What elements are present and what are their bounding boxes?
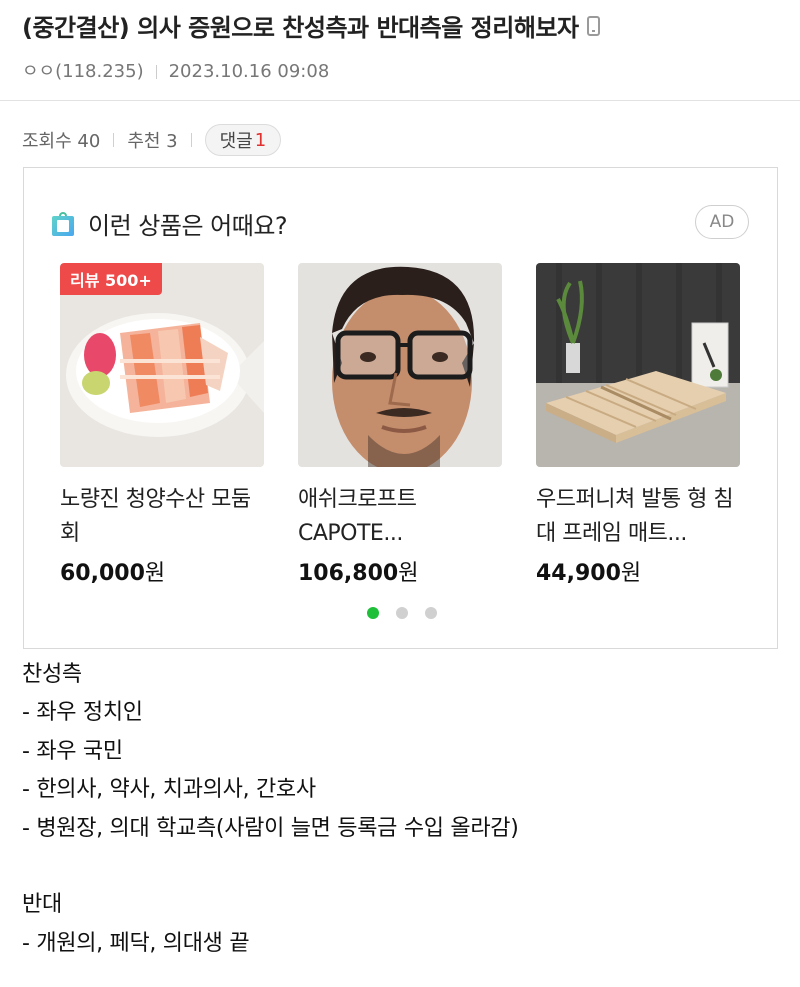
price-currency: 원 xyxy=(620,561,642,586)
product-name[interactable]: 애쉬크로프트 CAPOTE... xyxy=(298,483,502,551)
product-name[interactable]: 노량진 청양수산 모둠회 xyxy=(60,483,264,551)
body-line: 찬성측 xyxy=(22,662,82,687)
ad-recommendation-box: 이런 상품은 어때요? AD 리뷰 500+ 노량진 청양수산 모둠회 60,0… xyxy=(23,167,778,649)
product-name[interactable]: 우드퍼니쳐 발통 형 침대 프레임 매트... xyxy=(536,483,740,551)
carousel-indicator xyxy=(367,607,437,619)
meta-divider xyxy=(155,65,157,79)
price-amount: 60,000 xyxy=(60,561,145,586)
stats-divider xyxy=(190,133,192,147)
post-title: (중간결산) 의사 증원으로 찬성측과 반대측을 정리해보자 xyxy=(22,8,600,43)
price-amount: 44,900 xyxy=(536,561,621,586)
post-meta: ㅇㅇ(118.235) 2023.10.16 09:08 xyxy=(22,57,329,83)
body-line: - 병원장, 의대 학교측(사람이 늘면 등록금 수입 올라감) xyxy=(22,815,519,841)
stats-divider xyxy=(113,133,115,147)
carousel-dot[interactable] xyxy=(396,607,408,619)
body-line: - 좌우 정치인 xyxy=(22,700,143,726)
product-card[interactable]: 애쉬크로프트 CAPOTE... 106,800원 xyxy=(298,263,502,587)
review-badge: 리뷰 500+ xyxy=(60,263,162,295)
author[interactable]: ㅇㅇ(118.235) xyxy=(22,61,144,82)
body-line: - 개원의, 페닥, 의대생 끝 xyxy=(22,930,250,956)
price-amount: 106,800 xyxy=(298,561,399,586)
product-image-sashimi[interactable]: 리뷰 500+ xyxy=(60,263,264,467)
body-line: - 한의사, 약사, 치과의사, 간호사 xyxy=(22,777,316,803)
ad-heading: 이런 상품은 어때요? xyxy=(88,212,288,240)
recommend-count: 추천 3 xyxy=(127,131,178,152)
post-stats: 조회수 40 추천 3 댓글 1 xyxy=(22,124,282,156)
product-image-glasses[interactable] xyxy=(298,263,502,467)
ad-badge[interactable]: AD xyxy=(695,205,749,239)
product-card[interactable]: 우드퍼니쳐 발통 형 침대 프레임 매트... 44,900원 xyxy=(536,263,740,587)
body-blank-line xyxy=(22,848,519,886)
ad-header: 이런 상품은 어때요? xyxy=(52,206,288,241)
product-card[interactable]: 리뷰 500+ 노량진 청양수산 모둠회 60,000원 xyxy=(60,263,264,587)
comment-count: 1 xyxy=(254,129,267,151)
product-price: 106,800원 xyxy=(298,555,502,587)
mobile-icon xyxy=(586,16,600,36)
view-count: 조회수 40 xyxy=(22,131,101,152)
post-datetime: 2023.10.16 09:08 xyxy=(168,61,330,82)
price-currency: 원 xyxy=(398,561,419,586)
product-image-bed-frame[interactable] xyxy=(536,263,740,467)
header-divider xyxy=(0,100,800,101)
body-line: 반대 xyxy=(22,892,62,918)
body-line: - 좌우 국민 xyxy=(22,738,123,764)
product-price: 60,000원 xyxy=(60,555,264,587)
shopping-bag-icon xyxy=(52,211,74,236)
comment-button[interactable]: 댓글 1 xyxy=(204,124,282,156)
post-body: 찬성측 - 좌우 정치인 - 좌우 국민 - 한의사, 약사, 치과의사, 간호… xyxy=(22,656,519,963)
carousel-dot[interactable] xyxy=(425,607,437,619)
post-title-text: (중간결산) 의사 증원으로 찬성측과 반대측을 정리해보자 xyxy=(22,14,579,42)
price-currency: 원 xyxy=(144,561,166,586)
comment-label: 댓글 xyxy=(219,131,253,152)
product-price: 44,900원 xyxy=(536,555,740,587)
carousel-dot-active[interactable] xyxy=(367,607,379,619)
